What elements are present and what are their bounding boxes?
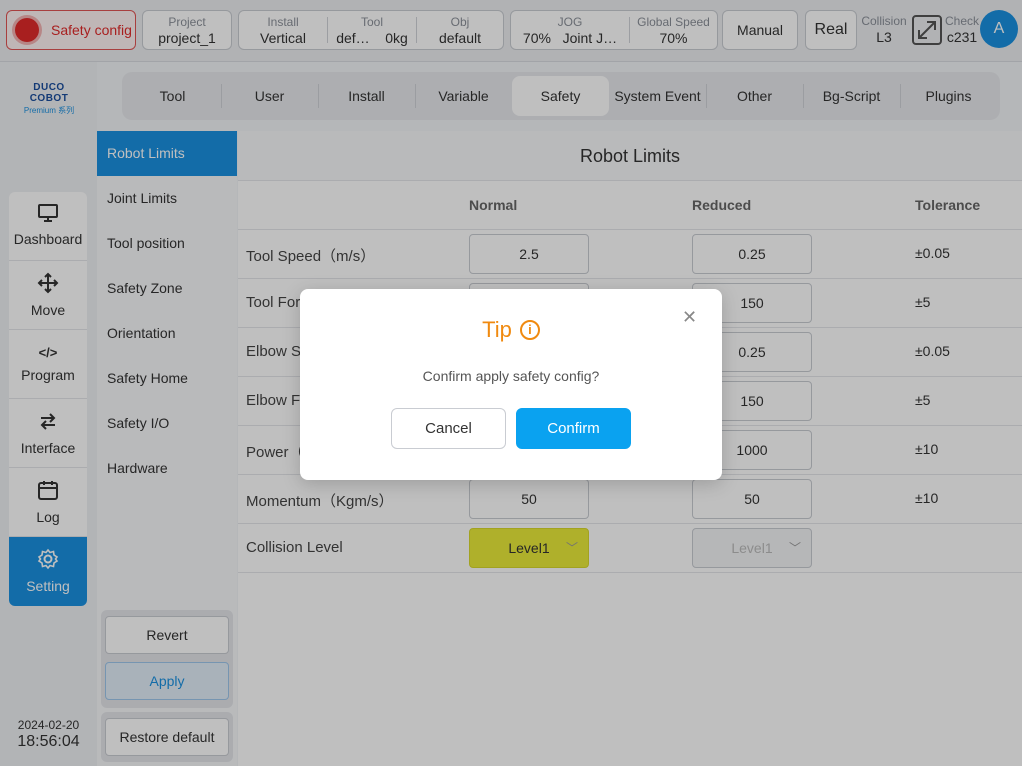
dialog-message: Confirm apply safety config?	[422, 368, 600, 384]
close-icon[interactable]: ✕	[682, 307, 697, 328]
info-icon: i	[519, 320, 540, 340]
cancel-button[interactable]: Cancel	[391, 408, 506, 449]
dialog-title: Tip i	[300, 317, 722, 343]
tip-dialog: Tip i ✕ Confirm apply safety config? Canc…	[300, 289, 722, 480]
confirm-button[interactable]: Confirm	[516, 408, 631, 449]
